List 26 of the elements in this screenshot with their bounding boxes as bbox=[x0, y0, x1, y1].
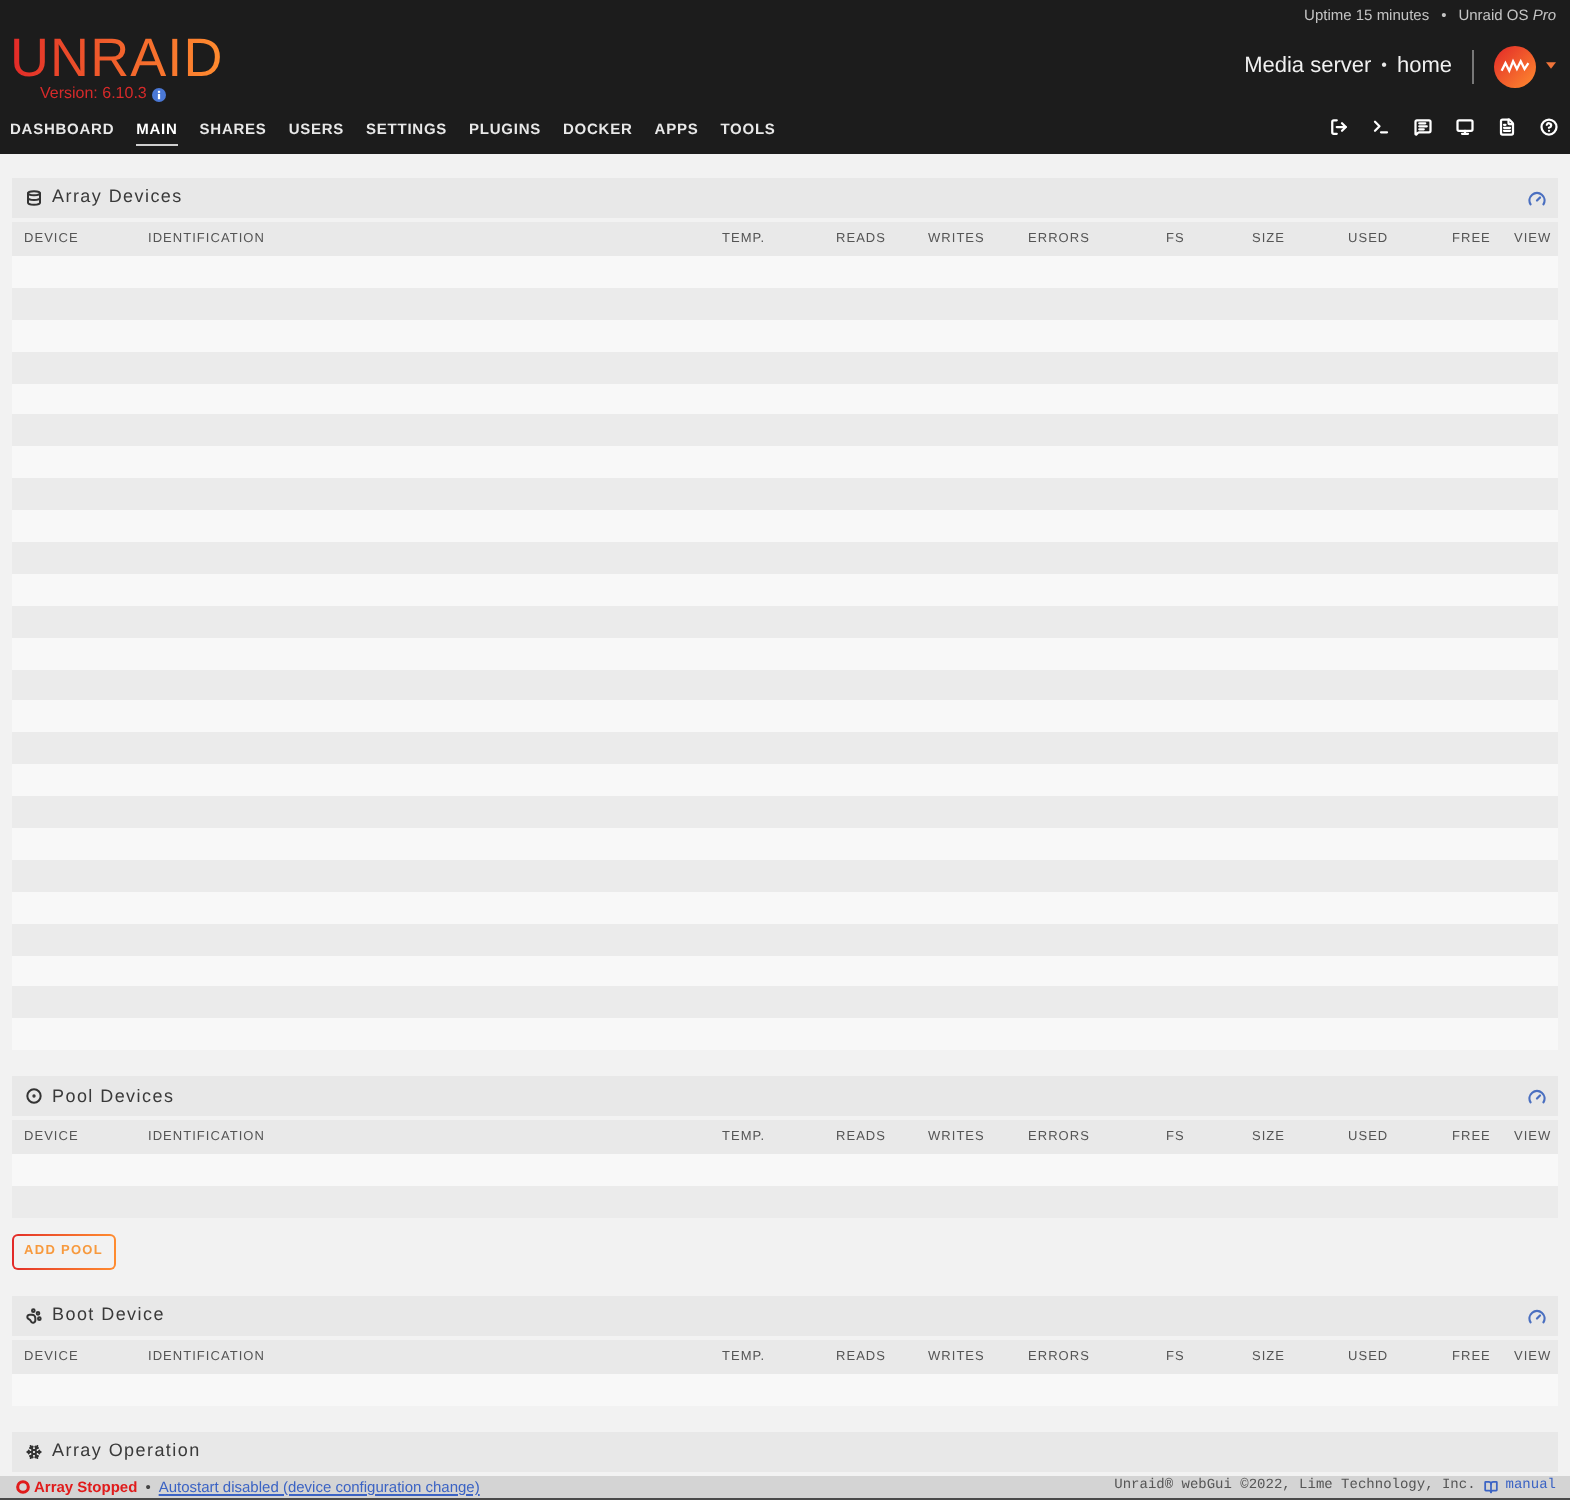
gauge-icon[interactable] bbox=[1528, 189, 1546, 207]
monitor-icon[interactable] bbox=[1456, 118, 1474, 136]
section-title: Array Devices bbox=[52, 184, 183, 211]
terminal-icon[interactable] bbox=[1372, 118, 1390, 136]
database-icon bbox=[26, 190, 42, 206]
server-name: Media server bbox=[1244, 51, 1372, 82]
server-description: home bbox=[1396, 51, 1452, 82]
section-title: Pool Devices bbox=[52, 1083, 175, 1110]
version-text: Version: 6.10.3 bbox=[40, 84, 147, 104]
separator-dot: • bbox=[1381, 54, 1387, 78]
caret-icon[interactable] bbox=[1546, 62, 1556, 70]
section-title: Array Operation bbox=[52, 1438, 201, 1465]
document-icon[interactable] bbox=[1498, 118, 1516, 136]
gauge-icon[interactable] bbox=[1528, 1307, 1546, 1326]
circle-dot-icon bbox=[26, 1088, 42, 1105]
paw-icon bbox=[26, 1308, 42, 1325]
stop-status-icon bbox=[16, 1480, 30, 1494]
help-icon[interactable] bbox=[1540, 118, 1558, 136]
section-title: Boot Device bbox=[52, 1302, 165, 1329]
logout-icon[interactable] bbox=[1330, 118, 1348, 136]
gauge-icon[interactable] bbox=[1528, 1087, 1546, 1106]
avatar-icon[interactable] bbox=[1494, 45, 1536, 87]
message-icon[interactable] bbox=[1414, 118, 1432, 136]
book-icon bbox=[1483, 1480, 1498, 1494]
snowflake-icon bbox=[26, 1443, 42, 1460]
info-icon[interactable] bbox=[152, 87, 167, 101]
